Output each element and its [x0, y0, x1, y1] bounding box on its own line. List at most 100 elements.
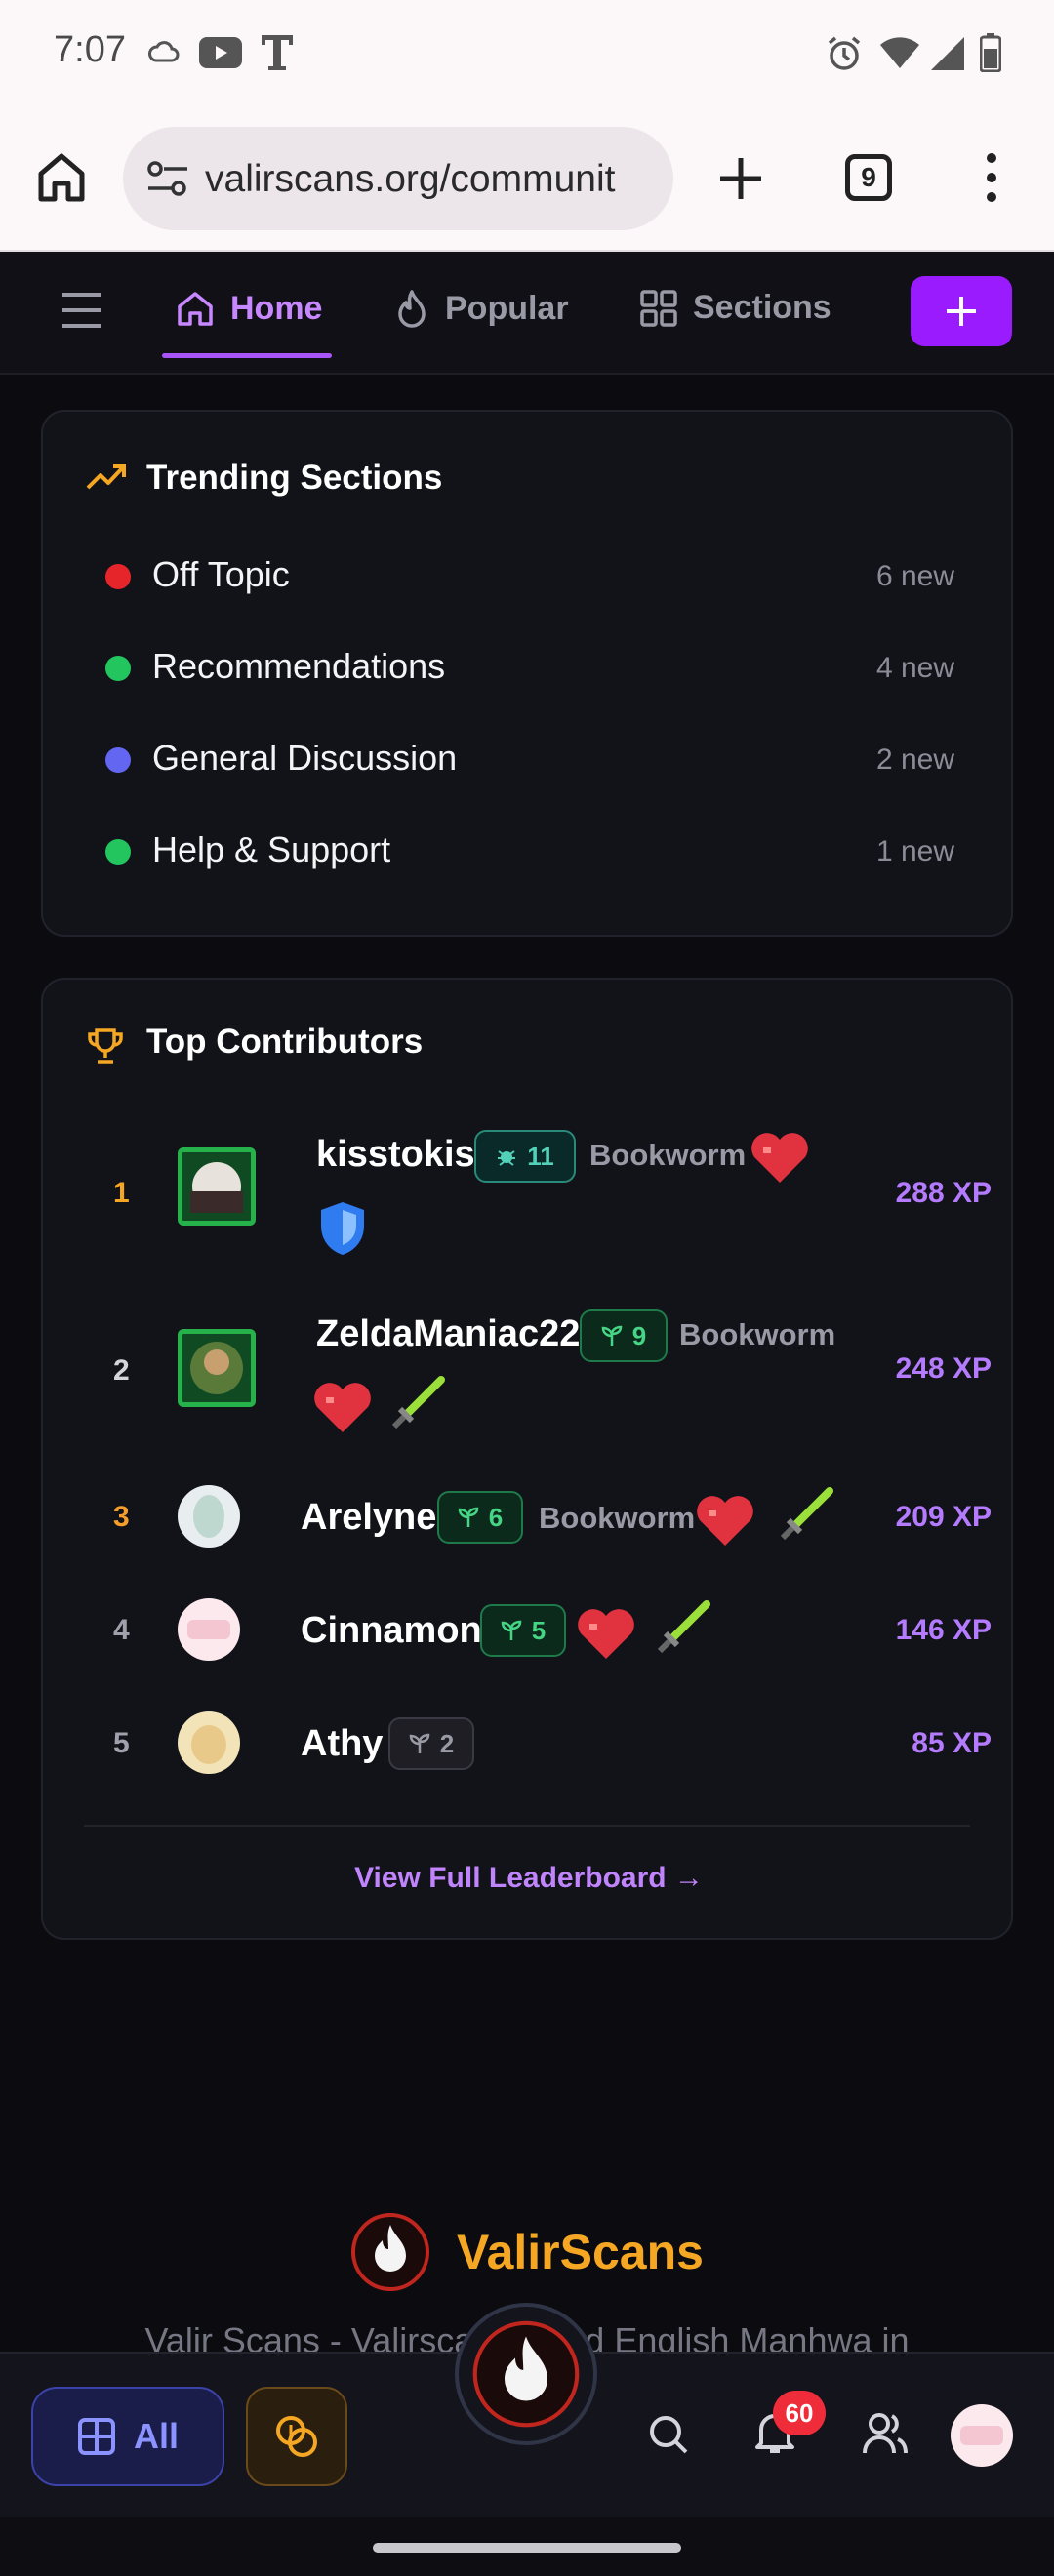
trending-item-off-topic[interactable]: Off Topic 6 new [105, 546, 954, 605]
username: ZeldaManiac22 [316, 1313, 581, 1354]
xp-value: 288 XP [895, 1177, 992, 1209]
home-fab-button[interactable] [455, 2303, 597, 2445]
valir-logo-icon [472, 2320, 580, 2428]
section-label: Recommendations [152, 646, 446, 686]
trending-title: Trending Sections [146, 459, 443, 497]
bug-icon [498, 1150, 516, 1166]
search-icon[interactable] [648, 2414, 689, 2455]
section-color-dot [105, 564, 131, 589]
notification-count-badge: 60 [773, 2391, 826, 2435]
footer-brand: ValirScans [351, 2213, 704, 2291]
view-leaderboard-link[interactable]: View Full Leaderboard → [43, 1862, 1015, 1895]
plus-icon [947, 297, 976, 326]
profile-avatar[interactable] [951, 2404, 1013, 2467]
brand-name: ValirScans [457, 2225, 704, 2279]
avatar [178, 1711, 240, 1774]
level-badge: 2 [388, 1717, 474, 1770]
tab-sections[interactable]: Sections [640, 289, 831, 327]
url-text: valirscans.org/communit [205, 158, 616, 200]
contributor-row[interactable]: 1 kisstokis 11 Bookworm 288 XP [84, 1116, 992, 1263]
shield-gem-icon [321, 1202, 364, 1255]
new-post-button[interactable] [911, 276, 1012, 346]
level-badge: 5 [480, 1604, 566, 1657]
all-button[interactable]: All [31, 2387, 224, 2486]
avatar [178, 1147, 256, 1226]
active-tab-indicator [162, 353, 333, 358]
section-new-count: 6 new [875, 560, 954, 592]
new-tab-icon[interactable] [718, 156, 763, 201]
level-number: 11 [527, 1141, 554, 1171]
contributor-row[interactable]: 2 ZeldaManiac22 9 Bookworm 248 XP [84, 1294, 992, 1440]
user-title-badge: Bookworm [539, 1501, 696, 1535]
signal-icon [931, 37, 964, 70]
trending-sections-card: Trending Sections Off Topic 6 new Recomm… [41, 410, 1013, 937]
xp-value: 85 XP [912, 1727, 992, 1759]
section-label: General Discussion [152, 738, 458, 778]
site-header: Home Popular Sections [0, 252, 1054, 375]
flame-icon [398, 290, 426, 328]
tab-popular[interactable]: Popular [394, 289, 569, 328]
grid-icon [77, 2418, 115, 2455]
tab-switcher-button[interactable]: 9 [845, 154, 892, 201]
rank-number: 2 [113, 1354, 130, 1387]
contributor-row[interactable]: 4 Cinnamon 5 146 XP [84, 1585, 992, 1682]
section-label: Help & Support [152, 829, 391, 869]
trending-item-recommendations[interactable]: Recommendations 4 new [105, 638, 954, 697]
sprout-icon [501, 1620, 522, 1640]
sword-icon [657, 1600, 710, 1654]
all-label: All [133, 2416, 179, 2456]
avatar [178, 1485, 240, 1548]
trophy-icon [88, 1028, 123, 1064]
sprout-icon [601, 1325, 623, 1346]
xp-value: 209 XP [895, 1501, 992, 1533]
browser-toolbar: valirscans.org/communit 9 [0, 105, 1054, 252]
section-label: Off Topic [152, 554, 290, 594]
more-menu-icon[interactable] [984, 152, 999, 203]
valir-logo-icon [351, 2213, 429, 2291]
section-new-count: 4 new [875, 652, 954, 684]
gesture-nav-bar [0, 2517, 1054, 2576]
tab-sections-label: Sections [693, 289, 831, 326]
rank-number: 5 [113, 1727, 130, 1759]
rank-number: 1 [113, 1177, 130, 1209]
sword-icon [391, 1376, 445, 1429]
sword-icon [780, 1487, 833, 1541]
trending-item-general-discussion[interactable]: General Discussion 2 new [105, 730, 954, 788]
username: Cinnamon [301, 1610, 482, 1651]
rank-number: 4 [113, 1614, 130, 1646]
section-color-dot [105, 656, 131, 681]
level-number: 5 [531, 1615, 547, 1645]
user-title-badge: Bookworm [679, 1317, 836, 1351]
tab-home-label: Home [230, 289, 323, 327]
trending-item-help-support[interactable]: Help & Support 1 new [105, 822, 954, 880]
contributors-title: Top Contributors [146, 1023, 424, 1061]
section-color-dot [105, 747, 131, 773]
username: Arelyne [301, 1497, 437, 1538]
site-settings-icon[interactable] [146, 160, 189, 197]
contributor-row[interactable]: 5 Athy 2 85 XP [84, 1698, 992, 1795]
xp-value: 248 XP [895, 1352, 992, 1385]
address-bar[interactable]: valirscans.org/communit [123, 127, 673, 230]
tab-count: 9 [861, 162, 876, 192]
trending-up-icon [86, 464, 126, 490]
tab-home[interactable]: Home [162, 289, 333, 358]
username: kisstokis [316, 1134, 475, 1175]
user-title-badge: Bookworm [589, 1138, 747, 1172]
home-indicator[interactable] [373, 2543, 681, 2553]
level-badge: 11 [474, 1130, 576, 1183]
home-icon[interactable] [37, 152, 86, 203]
coins-button[interactable] [246, 2387, 347, 2486]
section-new-count: 1 new [875, 835, 954, 867]
avatar [178, 1598, 240, 1661]
rank-number: 3 [113, 1501, 130, 1533]
top-contributors-card: Top Contributors 1 kisstokis 11 Bookworm… [41, 978, 1013, 1940]
contributor-row[interactable]: 3 Arelyne 6 Bookworm 209 XP [84, 1471, 992, 1569]
battery-icon [980, 33, 1001, 72]
level-number: 9 [631, 1320, 647, 1350]
youtube-icon [199, 37, 242, 68]
heart-icon [578, 1609, 634, 1659]
users-icon[interactable] [863, 2412, 908, 2455]
level-number: 2 [439, 1728, 455, 1758]
avatar [178, 1329, 256, 1407]
hamburger-menu-icon[interactable] [61, 291, 103, 330]
